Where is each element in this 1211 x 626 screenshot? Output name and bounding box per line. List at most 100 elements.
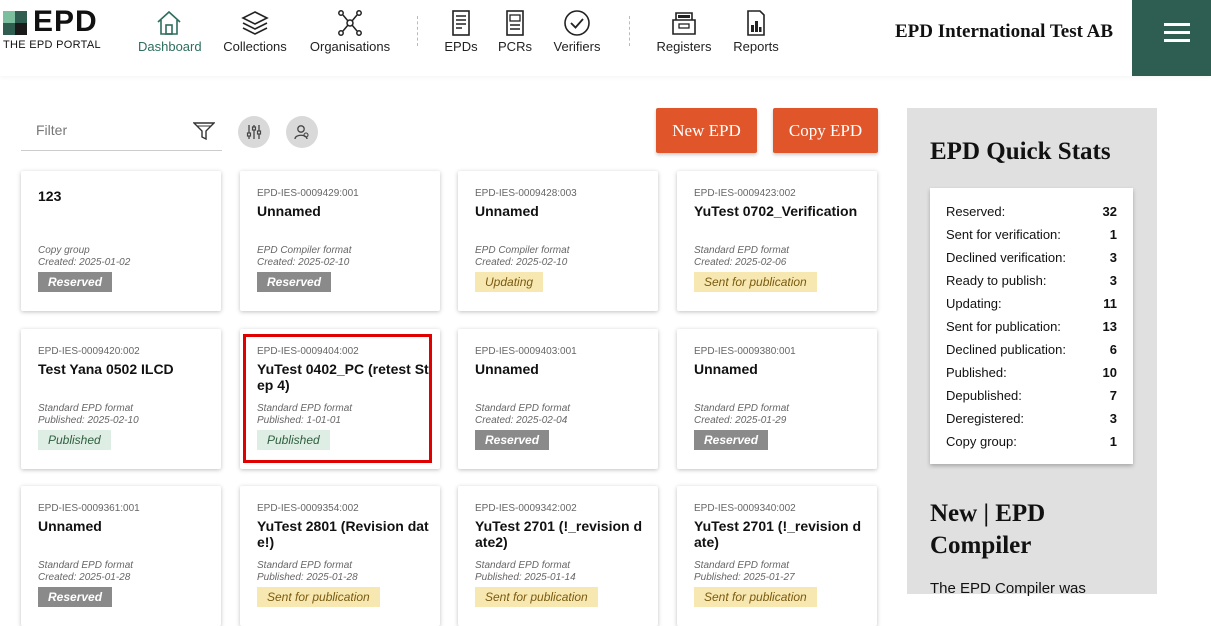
new-epd-button[interactable]: New EPD [656, 108, 757, 153]
epd-card[interactable]: EPD-IES-0009420:002 Test Yana 0502 ILCD St… [21, 329, 221, 469]
card-format: Standard EPD format [38, 560, 134, 571]
card-format: Standard EPD format [38, 403, 134, 414]
card-status-badge: Sent for publication [694, 587, 817, 607]
nav-organisations[interactable]: Organisations [309, 8, 391, 58]
organisation-name[interactable]: EPD International Test AB [895, 21, 1113, 43]
card-status-badge: Reserved [257, 272, 332, 292]
nav-registers-label: Registers [656, 39, 712, 54]
epd-card[interactable]: EPD-IES-0009354:002 YuTest 2801 (Revision… [240, 486, 440, 626]
nav-reports[interactable]: Reports [732, 8, 780, 58]
nav-verifiers-label: Verifiers [553, 39, 601, 54]
adjust-settings-button[interactable] [238, 116, 270, 148]
copy-epd-button[interactable]: Copy EPD [773, 108, 878, 153]
epd-card[interactable]: EPD-IES-0009403:001 Unnamed Standard EPD f… [458, 329, 658, 469]
card-date: Created: 2025-02-04 [475, 415, 568, 426]
stat-row: Sent for publication: 13 [946, 319, 1117, 342]
card-id: EPD-IES-0009361:001 [38, 503, 140, 514]
card-id: EPD-IES-0009420:002 [38, 346, 140, 357]
nav-epds[interactable]: EPDs [443, 8, 479, 58]
stats-box: Reserved: 32 Sent for verification: 1 Declin… [930, 188, 1133, 464]
nav-verifiers[interactable]: Verifiers [552, 8, 602, 58]
register-icon [672, 12, 696, 35]
hamburger-menu-button[interactable] [1132, 0, 1211, 76]
stats-title: EPD Quick Stats [930, 138, 1111, 165]
card-status-badge: Sent for publication [475, 587, 598, 607]
report-chart-icon [747, 10, 765, 36]
stat-value: 11 [1103, 296, 1117, 311]
epd-card[interactable]: EPD-IES-0009361:001 Unnamed Standard EPD f… [21, 486, 221, 626]
card-status-badge: Updating [475, 272, 544, 292]
card-id: EPD-IES-0009403:001 [475, 346, 577, 357]
nav-organisations-label: Organisations [309, 39, 391, 54]
epd-document-icon [452, 10, 470, 36]
filter-input[interactable] [36, 122, 186, 138]
logo-subtitle: THE EPD PORTAL [3, 39, 101, 51]
stats-sidebar: EPD Quick Stats Reserved: 32 Sent for veri… [907, 108, 1157, 597]
epd-card[interactable]: 123 Copy group Created: 2025-01-02 Reserved [21, 171, 221, 311]
card-title: YuTest 2701 (!_revision date2) [475, 518, 643, 550]
menu-bar-icon [1164, 31, 1190, 34]
nav-registers[interactable]: Registers [655, 8, 713, 58]
user-filter-button[interactable] [286, 116, 318, 148]
stat-value: 1 [1109, 434, 1117, 449]
nav-pcrs[interactable]: PCRs [497, 8, 533, 58]
layers-icon [241, 11, 269, 35]
card-status-badge: Reserved [38, 587, 113, 607]
stat-value: 32 [1102, 204, 1117, 219]
stat-value: 1 [1109, 227, 1117, 242]
card-id: EPD-IES-0009428:003 [475, 188, 577, 199]
card-date: Created: 2025-01-28 [38, 572, 131, 583]
card-format: Standard EPD format [475, 403, 571, 414]
stat-label: Sent for publication: [946, 319, 1061, 334]
card-date: Created: 2025-01-02 [38, 257, 131, 268]
epd-card[interactable]: EPD-IES-0009342:002 YuTest 2701 (!_revisi… [458, 486, 658, 626]
card-id: EPD-IES-0009423:002 [694, 188, 796, 199]
epd-card[interactable]: EPD-IES-0009428:003 Unnamed EPD Compiler f… [458, 171, 658, 311]
stat-row: Declined verification: 3 [946, 250, 1117, 273]
stat-value: 13 [1102, 319, 1117, 334]
stat-value: 10 [1102, 365, 1117, 380]
card-status-badge: Reserved [38, 272, 113, 292]
stat-row: Ready to publish: 3 [946, 273, 1117, 296]
stat-row: Copy group: 1 [946, 434, 1117, 457]
stat-value: 6 [1109, 342, 1117, 357]
nav-separator [417, 16, 418, 46]
card-format: Standard EPD format [694, 403, 790, 414]
funnel-filter-icon[interactable] [193, 121, 215, 141]
epd-card[interactable]: EPD-IES-0009340:002 YuTest 2701 (!_revisi… [677, 486, 877, 626]
nav-collections[interactable]: Collections [222, 8, 288, 58]
card-title: YuTest 2801 (Revision date!) [257, 518, 429, 550]
pcr-document-icon [506, 10, 524, 36]
card-date: Created: 2025-02-06 [694, 257, 787, 268]
card-date: Created: 2025-01-29 [694, 415, 787, 426]
stat-row: Deregistered: 3 [946, 411, 1117, 434]
nav-dashboard[interactable]: Dashboard [138, 8, 202, 58]
stat-label: Reserved: [946, 204, 1006, 219]
card-title: Test Yana 0502 ILCD [38, 361, 174, 377]
stat-label: Sent for verification: [946, 227, 1061, 242]
card-date: Published: 2025-01-28 [257, 572, 358, 583]
home-icon [157, 10, 181, 35]
card-id: EPD-IES-0009340:002 [694, 503, 796, 514]
card-date: Created: 2025-02-10 [257, 257, 350, 268]
nav-collections-label: Collections [223, 39, 287, 54]
stat-row: Published: 10 [946, 365, 1117, 388]
card-format: Standard EPD format [475, 560, 571, 571]
card-status-badge: Reserved [475, 430, 550, 450]
card-date: Created: 2025-02-10 [475, 257, 568, 268]
stat-value: 3 [1109, 273, 1117, 288]
stat-value: 3 [1109, 411, 1117, 426]
selected-card-highlight [243, 334, 432, 463]
stat-row: Sent for verification: 1 [946, 227, 1117, 250]
stat-value: 7 [1109, 388, 1117, 403]
card-title: Unnamed [38, 518, 102, 534]
epd-card[interactable]: EPD-IES-0009380:001 Unnamed Standard EPD f… [677, 329, 877, 469]
stat-row: Depublished: 7 [946, 388, 1117, 411]
logo-mark-icon [3, 11, 27, 35]
stat-label: Declined publication: [946, 342, 1066, 357]
card-id: EPD-IES-0009380:001 [694, 346, 796, 357]
card-format: Standard EPD format [694, 245, 790, 256]
card-title: Unnamed [475, 361, 539, 377]
epd-card[interactable]: EPD-IES-0009423:002 YuTest 0702_Verificat… [677, 171, 877, 311]
epd-card[interactable]: EPD-IES-0009429:001 Unnamed EPD Compiler f… [240, 171, 440, 311]
